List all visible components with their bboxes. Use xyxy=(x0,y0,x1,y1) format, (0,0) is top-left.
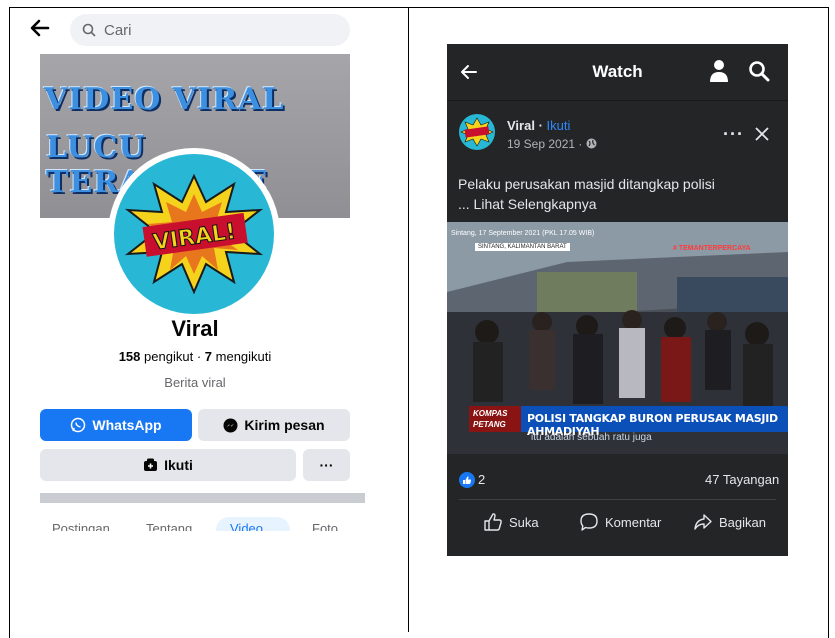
watch-title: Watch xyxy=(592,62,643,81)
action-divider xyxy=(459,499,776,500)
top-bar: Cari xyxy=(26,8,356,52)
follow-stats: 158 pengikut · 7 mengikuti xyxy=(40,349,350,364)
video-location-tag: SINTANG, KALIMANTAN BARAT xyxy=(475,243,570,251)
program-line1: KOMPAS xyxy=(473,409,508,418)
post-date: 19 Sep 2021 · xyxy=(507,137,597,151)
followers-label: pengikut xyxy=(144,349,194,364)
viral-logo-icon xyxy=(460,117,494,147)
share-button[interactable]: Bagikan xyxy=(693,512,766,532)
video-dateline: Sintang, 17 September 2021 (PKL 17.05 WI… xyxy=(451,230,595,237)
send-message-label: Kirim pesan xyxy=(244,417,325,433)
post-author: Viral · Ikuti xyxy=(507,118,570,133)
section-separator xyxy=(40,493,365,503)
whatsapp-label: WhatsApp xyxy=(92,417,162,433)
post-caption: Pelaku perusakan masjid ditangkap polisi… xyxy=(458,174,778,214)
profile-icon[interactable] xyxy=(709,59,729,83)
post-more-button[interactable]: ··· xyxy=(723,124,744,145)
post-date-text: 19 Sep 2021 · xyxy=(507,137,583,151)
tab-about[interactable]: Tentang xyxy=(146,521,192,531)
comment-button[interactable]: Komentar xyxy=(579,512,661,532)
whatsapp-button[interactable]: WhatsApp xyxy=(40,409,192,441)
stats-separator: · xyxy=(196,349,202,364)
share-icon xyxy=(694,514,712,530)
watch-screen: Watch Viral · Ikuti 19 Sep 2021 · ··· Pe… xyxy=(447,44,788,556)
follow-button[interactable]: Ikuti xyxy=(40,449,296,481)
follow-icon xyxy=(144,458,158,471)
viral-logo-icon: VIRAL! xyxy=(124,173,264,295)
post-avatar[interactable] xyxy=(459,114,495,150)
tab-photos[interactable]: Foto xyxy=(312,521,338,531)
thumbs-up-icon xyxy=(484,513,502,531)
messenger-icon xyxy=(223,418,238,432)
whatsapp-icon xyxy=(71,417,86,433)
following-count: 7 xyxy=(204,349,213,364)
caption-line: Pelaku perusakan masjid ditangkap polisi xyxy=(458,176,715,192)
comment-icon xyxy=(580,513,598,531)
video-subtitle: itu adalah sebuah ratu juga xyxy=(531,432,652,443)
following-label: mengikuti xyxy=(215,349,272,364)
see-more-link[interactable]: ... Lihat Selengkapnya xyxy=(458,194,778,214)
follow-label: Ikuti xyxy=(164,457,193,473)
like-button[interactable]: Suka xyxy=(483,512,539,532)
search-placeholder: Cari xyxy=(104,21,132,39)
search-input[interactable]: Cari xyxy=(70,14,350,46)
close-icon[interactable] xyxy=(754,126,770,142)
cover-text-line1: VIDEO VIRAL xyxy=(44,82,285,117)
tab-posts[interactable]: Postingan xyxy=(52,521,110,531)
profile-avatar[interactable]: VIRAL! xyxy=(108,148,280,320)
watch-header: Watch xyxy=(447,44,788,101)
comment-label: Komentar xyxy=(605,514,662,530)
profile-tabs: Postingan Tentang Video Foto xyxy=(40,517,365,531)
page-name-link[interactable]: Viral xyxy=(507,118,535,133)
tab-videos[interactable]: Video xyxy=(230,521,263,531)
send-message-button[interactable]: Kirim pesan xyxy=(198,409,350,441)
back-arrow-icon[interactable] xyxy=(26,14,54,42)
globe-icon xyxy=(586,138,597,149)
search-icon[interactable] xyxy=(748,60,770,82)
panel-divider xyxy=(408,7,409,632)
program-logo: KOMPAS PETANG xyxy=(469,406,521,432)
view-count: 47 Tayangan xyxy=(705,472,780,487)
profile-bio: Berita viral xyxy=(164,375,226,390)
reaction-count[interactable]: 2 xyxy=(478,472,485,487)
video-brand: # TEMANTERPERCAYA xyxy=(673,245,751,252)
like-label: Suka xyxy=(509,514,539,530)
search-icon xyxy=(82,23,96,37)
follow-link[interactable]: Ikuti xyxy=(547,118,571,133)
more-options-button[interactable]: ··· xyxy=(303,449,350,481)
followers-count: 158 xyxy=(118,349,141,364)
profile-name: Viral xyxy=(171,316,219,341)
like-reaction-icon[interactable] xyxy=(459,472,475,488)
share-label: Bagikan xyxy=(719,514,766,530)
video-player[interactable]: Sintang, 17 September 2021 (PKL 17.05 WI… xyxy=(447,222,788,454)
program-line2: PETANG xyxy=(473,420,506,429)
name-separator: · xyxy=(534,118,547,133)
